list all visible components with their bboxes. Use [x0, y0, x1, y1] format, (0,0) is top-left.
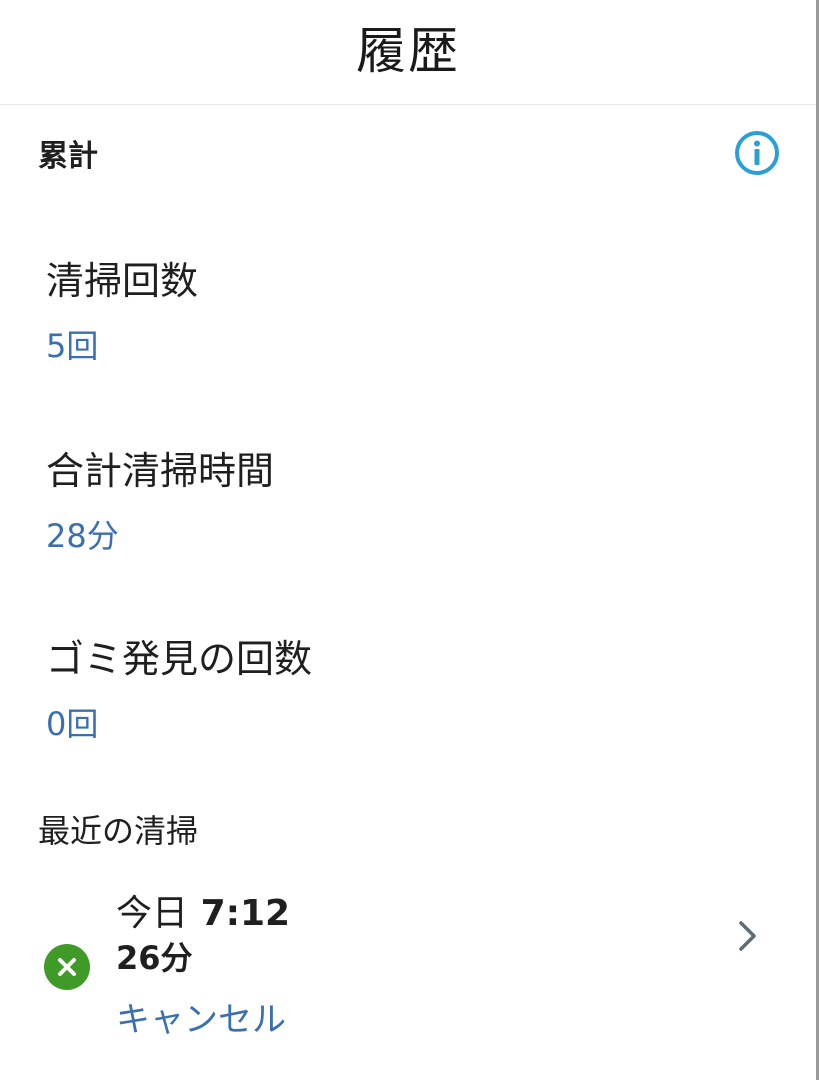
recent-cleanings-title: 最近の清掃 — [38, 812, 199, 850]
history-item-status: キャンセル — [116, 999, 286, 1040]
stat-label: 清掃回数 — [46, 259, 199, 303]
stat-label: 合計清掃時間 — [46, 449, 275, 493]
cancel-icon — [44, 944, 90, 990]
history-list-item[interactable]: 今日 7:12 26分 キャンセル — [0, 880, 816, 1055]
page-title: 履歴 — [356, 22, 460, 80]
history-screen: 履歴 累計 清掃回数 5回 合計清掃時間 28分 ゴミ発見の回数 0回 最近の清… — [0, 0, 819, 1080]
stat-value: 28分 — [46, 517, 119, 555]
summary-header: 累計 — [38, 130, 780, 176]
stat-cleaning-count: 清掃回数 5回 — [46, 262, 198, 362]
history-item-day: 今日 — [116, 893, 189, 934]
summary-title: 累計 — [38, 139, 98, 174]
stat-value: 5回 — [46, 327, 99, 365]
history-item-duration: 26分 — [116, 939, 193, 978]
info-icon[interactable] — [734, 130, 780, 176]
stat-value: 0回 — [46, 705, 99, 743]
header: 履歴 — [0, 0, 816, 105]
history-item-details: 今日 7:12 26分 キャンセル — [116, 892, 290, 1040]
chevron-right-icon[interactable] — [736, 918, 760, 954]
stat-dirt-detected-count: ゴミ発見の回数 0回 — [46, 640, 312, 740]
stat-total-cleaning-time: 合計清掃時間 28分 — [46, 452, 274, 552]
stat-label: ゴミ発見の回数 — [46, 637, 313, 681]
history-item-time: 7:12 — [200, 893, 291, 934]
history-item-datetime: 今日 7:12 — [116, 892, 290, 935]
